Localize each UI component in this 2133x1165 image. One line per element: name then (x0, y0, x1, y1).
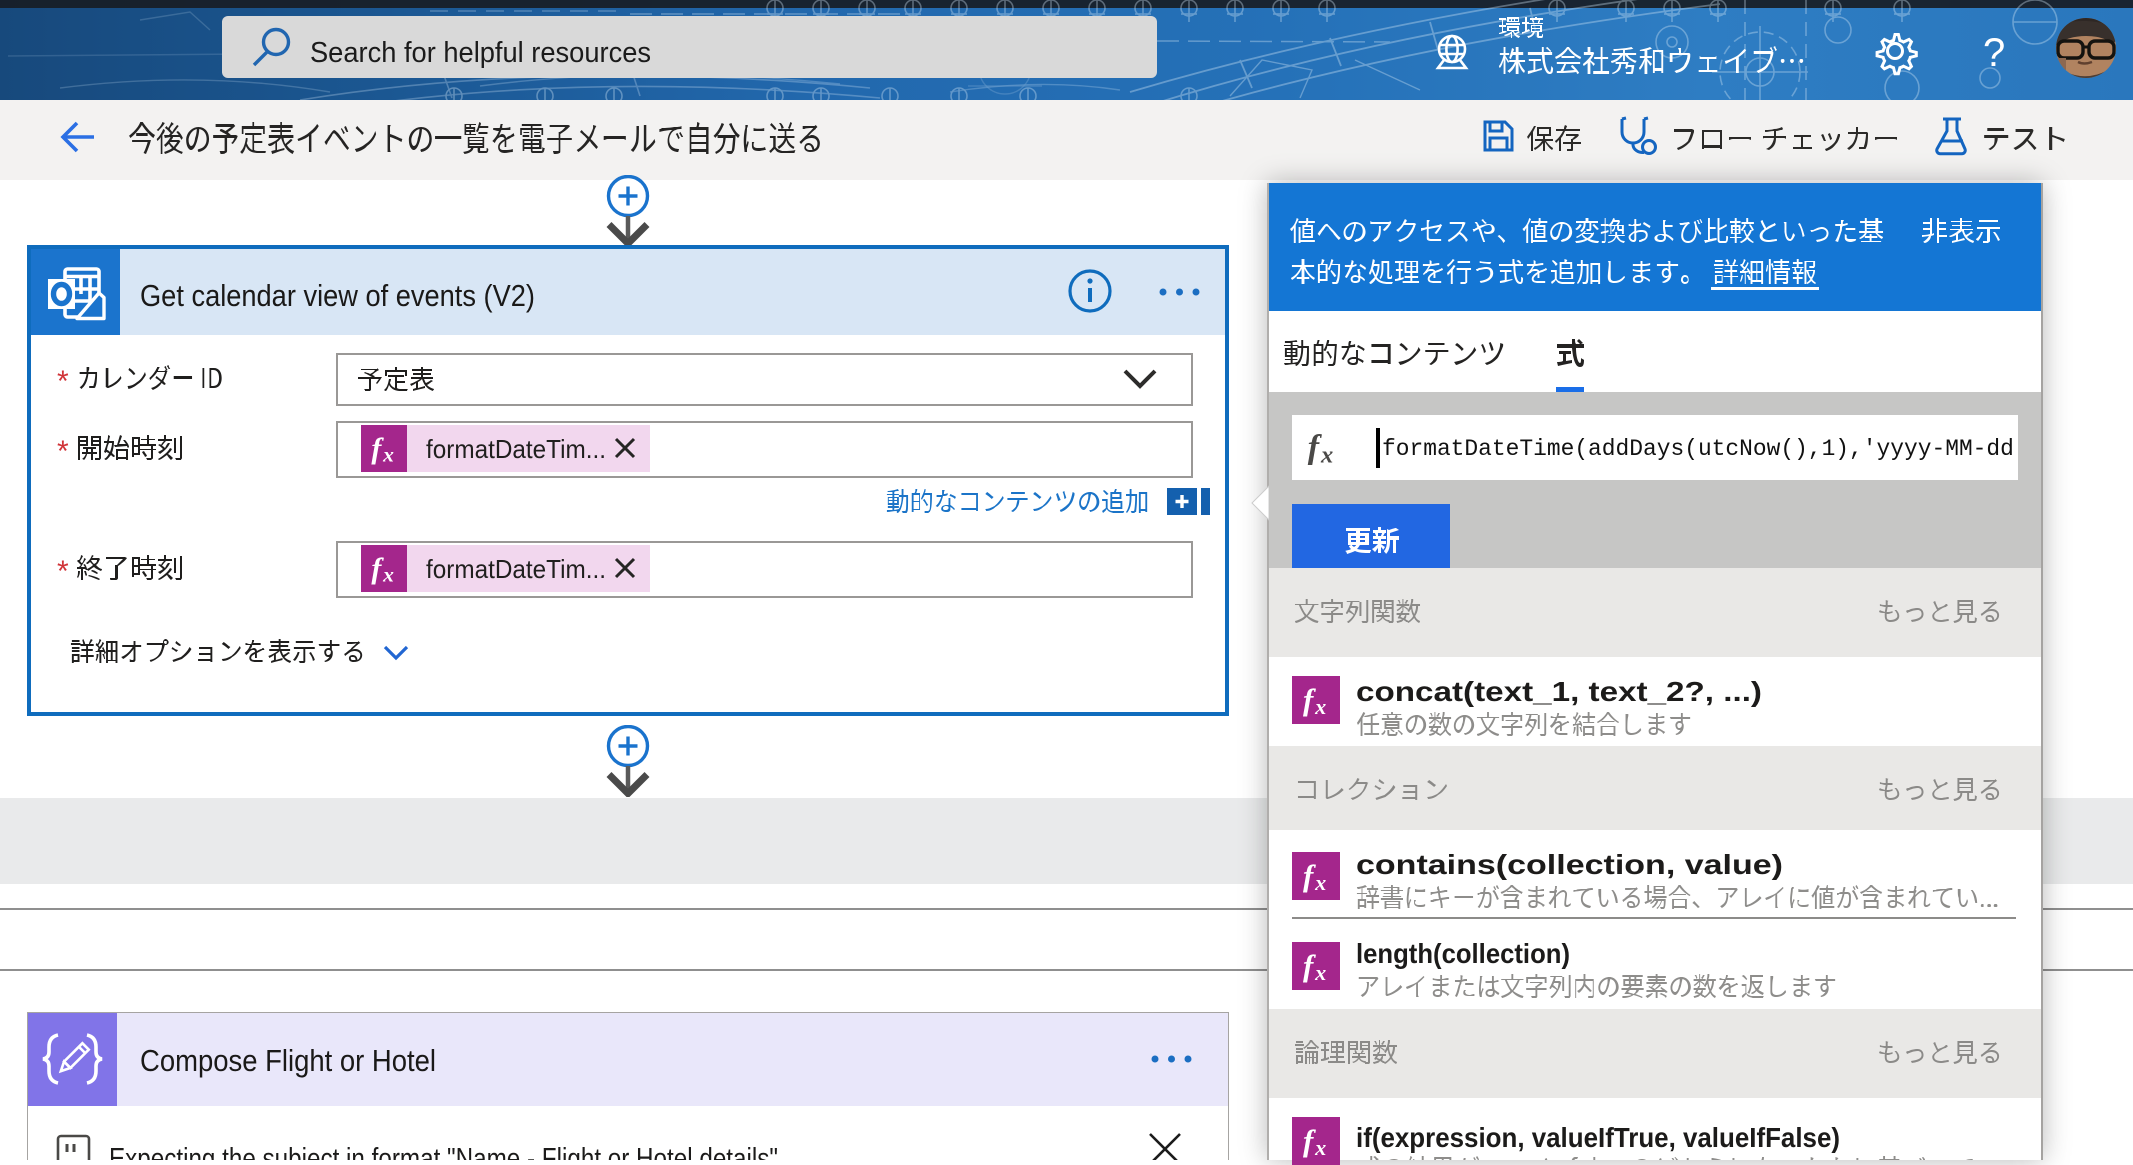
svg-text:f: f (1303, 858, 1316, 893)
svg-text:concat(text_1, text_2?, ...): concat(text_1, text_2?, ...) (1356, 676, 1762, 707)
svg-text:formatDateTim...: formatDateTim... (426, 554, 606, 584)
svg-text:formatDateTim...: formatDateTim... (426, 434, 606, 464)
svg-text:x: x (1314, 870, 1326, 895)
svg-text:f: f (1303, 682, 1316, 717)
svg-text:x: x (1320, 441, 1333, 468)
svg-text:x: x (1314, 1135, 1326, 1160)
svg-text:x: x (1314, 960, 1326, 985)
svg-text:Expecting the subject in forma: Expecting the subject in format "Name - … (109, 1143, 778, 1160)
svg-text:Search for helpful resources: Search for helpful resources (310, 37, 651, 69)
svg-text:contains(collection, value): contains(collection, value) (1356, 849, 1783, 880)
svg-text:formatDateTime(addDays(utcNow(: formatDateTime(addDays(utcNow(),1),'yyyy… (1382, 436, 2014, 462)
svg-text:if(expression, valueIfTrue, va: if(expression, valueIfTrue, valueIfFalse… (1356, 1122, 1840, 1153)
svg-text:?: ? (1983, 31, 2005, 75)
svg-text:x: x (382, 563, 394, 587)
svg-text:x: x (1314, 694, 1326, 719)
svg-text:Compose Flight or Hotel: Compose Flight or Hotel (140, 1043, 436, 1078)
svg-text:length(collection): length(collection) (1356, 938, 1570, 969)
svg-text:Get calendar view of events (V: Get calendar view of events (V2) (140, 278, 535, 313)
svg-text:f: f (1303, 948, 1316, 983)
svg-text:x: x (382, 443, 394, 467)
svg-text:f: f (1303, 1123, 1316, 1158)
